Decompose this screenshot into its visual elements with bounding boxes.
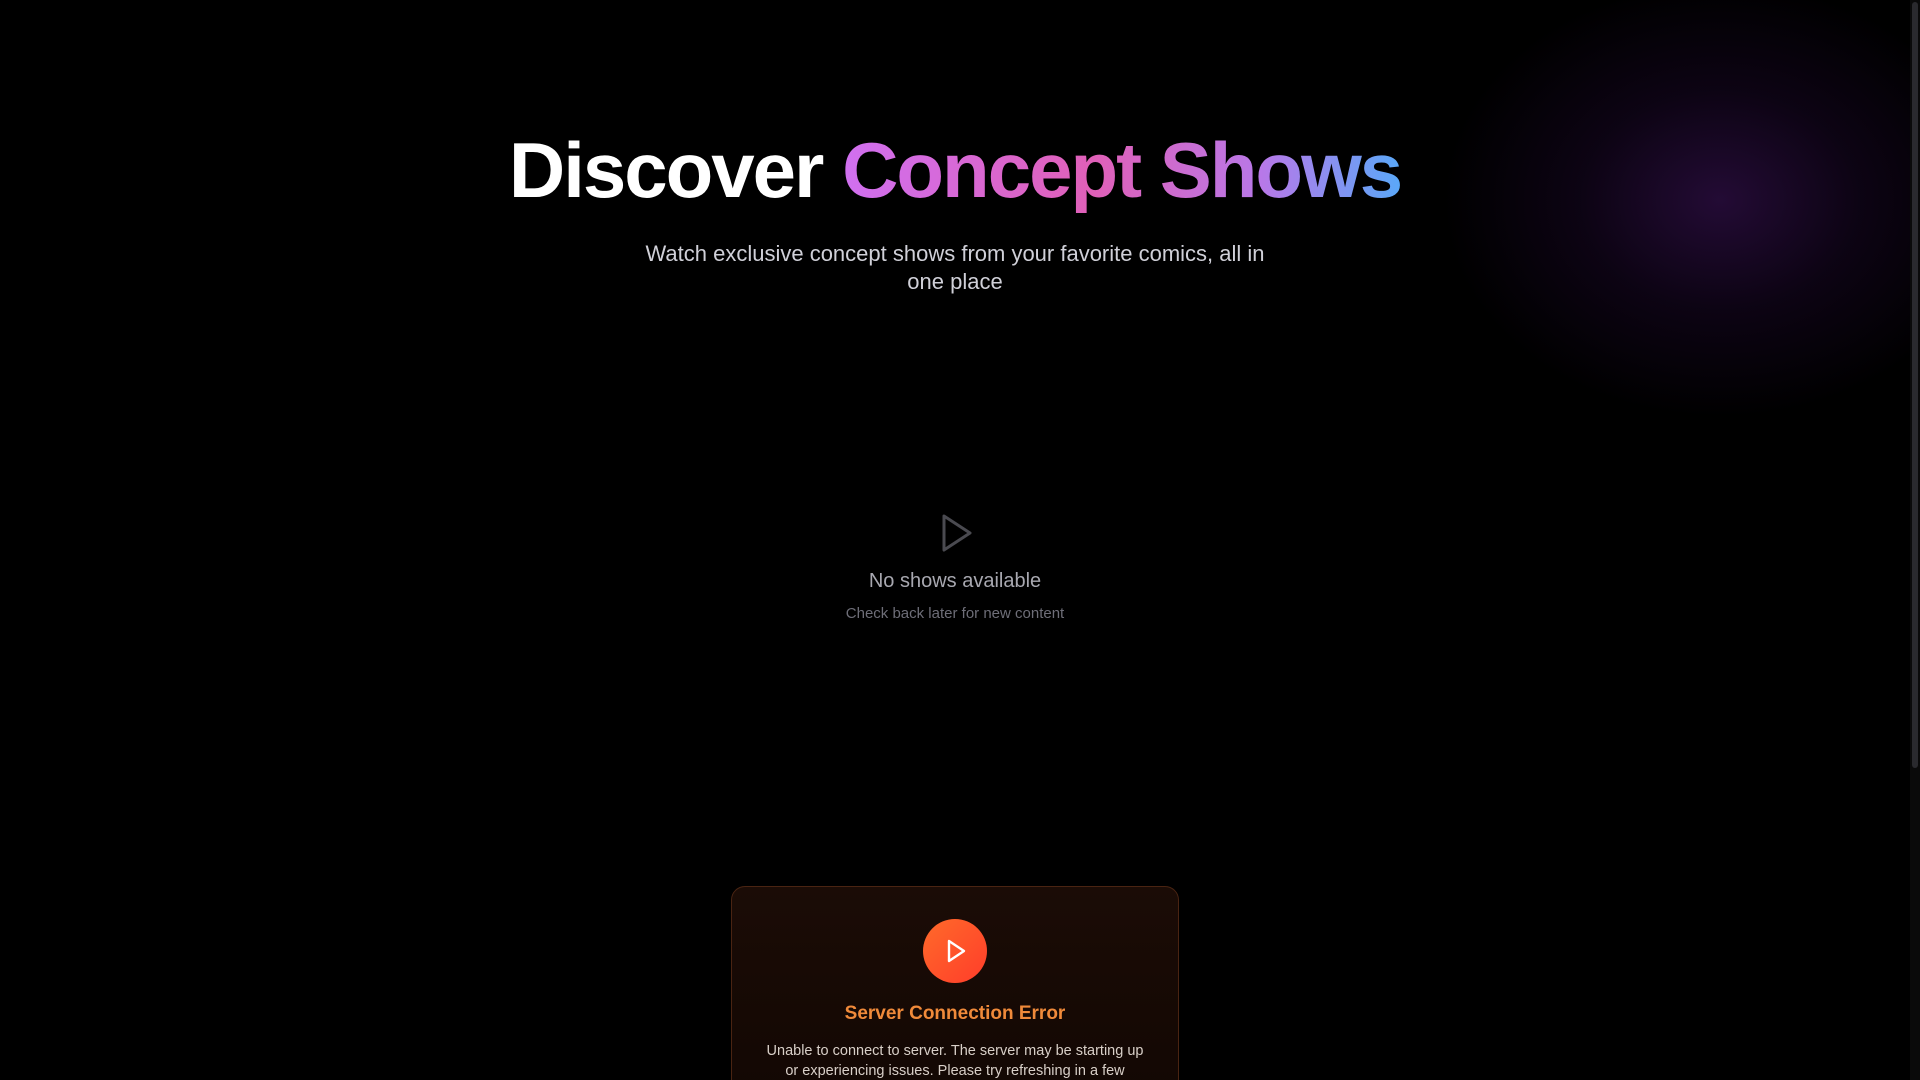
error-title: Server Connection Error — [844, 1003, 1066, 1024]
scrollbar-thumb[interactable] — [1912, 2, 1918, 768]
empty-state-title: No shows available — [868, 570, 1042, 592]
page: Discover Concept Shows Watch exclusive c… — [0, 0, 1920, 1080]
hero-section: Discover Concept Shows Watch exclusive c… — [0, 120, 1910, 296]
play-icon — [947, 939, 966, 963]
page-title-gradient: Concept Shows — [842, 126, 1403, 214]
error-icon-badge — [923, 919, 987, 983]
error-message: Unable to connect to server. The server … — [766, 1043, 1144, 1079]
page-title: Discover Concept Shows — [0, 120, 1910, 220]
error-card: Server Connection Error Unable to connec… — [731, 886, 1179, 1080]
play-icon — [942, 514, 972, 552]
scrollbar[interactable] — [1910, 0, 1920, 1080]
empty-state: No shows available Check back later for … — [0, 508, 1910, 622]
page-title-plain: Discover — [508, 126, 825, 214]
empty-state-subtitle: Check back later for new content — [845, 605, 1065, 622]
page-subtitle: Watch exclusive concept shows from your … — [645, 241, 1265, 294]
